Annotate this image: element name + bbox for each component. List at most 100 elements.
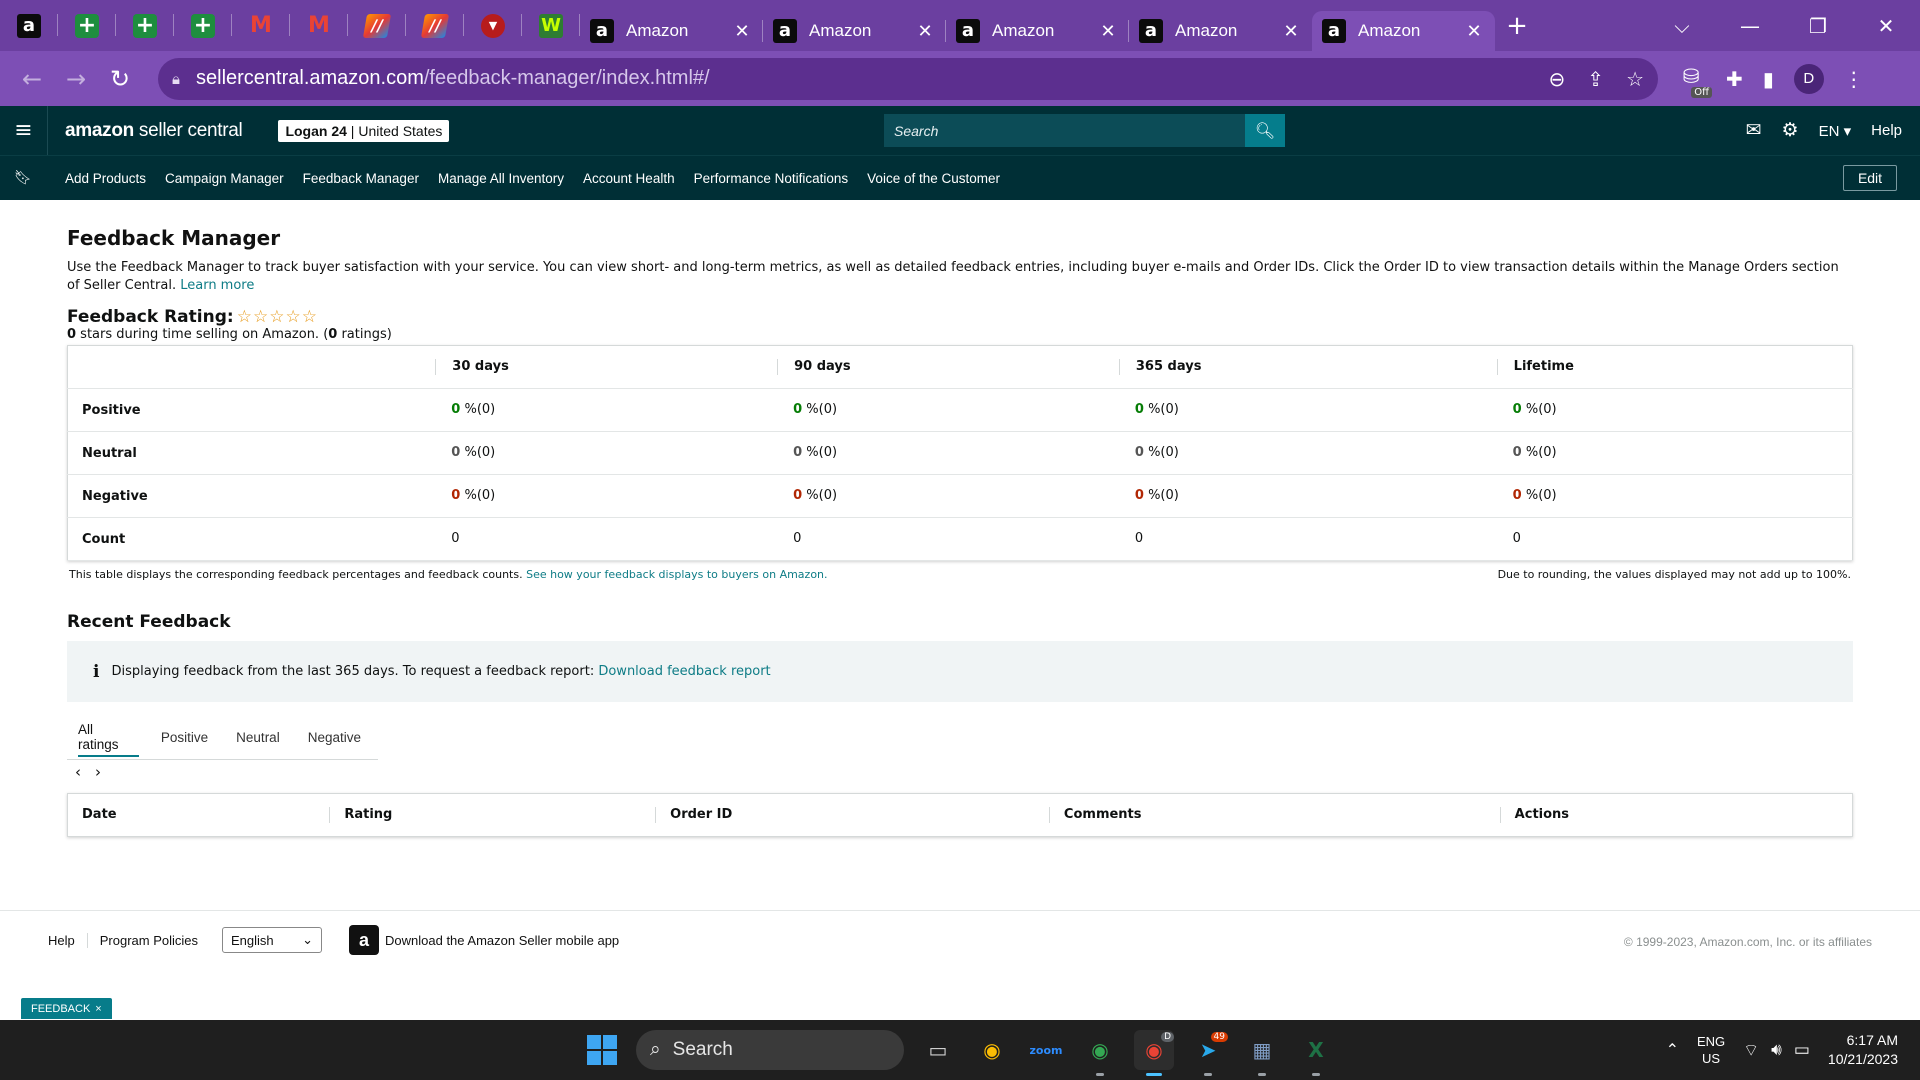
tab-close-icon[interactable]: ✕ bbox=[1280, 21, 1302, 42]
tab-neutral[interactable]: Neutral bbox=[225, 715, 291, 760]
address-bar[interactable]: 🔒︎ sellercentral.amazon.com /feedback-ma… bbox=[158, 57, 1658, 100]
edit-nav-button[interactable]: Edit bbox=[1843, 165, 1897, 191]
search-input[interactable] bbox=[884, 114, 1245, 147]
seller-central-logo[interactable]: amazon seller central bbox=[65, 120, 243, 142]
cell-percent: %(0) bbox=[1143, 445, 1179, 460]
table-row: Positive 0 %(0) 0 %(0) 0 %(0) 0 %(0) bbox=[67, 388, 1853, 432]
nav-link-manage-all-inventory[interactable]: Manage All Inventory bbox=[438, 171, 564, 186]
nav-link-performance-notifications[interactable]: Performance Notifications bbox=[694, 171, 849, 186]
gear-icon[interactable]: ⚙ bbox=[1782, 119, 1799, 142]
side-panel-icon[interactable]: ▮ bbox=[1763, 67, 1774, 91]
pinned-tab[interactable]: M bbox=[232, 0, 290, 51]
search-icon[interactable]: 🔍︎ bbox=[1245, 114, 1285, 147]
input-language[interactable]: ENG US bbox=[1697, 1033, 1725, 1067]
nav-link-voice-of-the-customer[interactable]: Voice of the Customer bbox=[867, 171, 1000, 186]
row-label: Negative bbox=[67, 474, 436, 518]
amazon-app-icon[interactable]: a bbox=[349, 925, 380, 955]
tab-positive[interactable]: Positive bbox=[150, 715, 219, 760]
restore-button[interactable]: ❐ bbox=[1784, 14, 1852, 38]
table-cell: 0 %(0) bbox=[777, 474, 1119, 518]
chrome-icon[interactable]: ◉ bbox=[972, 1030, 1012, 1070]
pinned-tab[interactable]: ▼ bbox=[464, 0, 522, 51]
table-cell: 0 %(0) bbox=[777, 431, 1119, 475]
tab-negative[interactable]: Negative bbox=[297, 715, 372, 760]
help-link[interactable]: Help bbox=[1871, 122, 1902, 139]
back-button[interactable]: ← bbox=[10, 57, 54, 101]
pinned-tab[interactable]: + bbox=[174, 0, 232, 51]
profile-avatar[interactable]: D bbox=[1793, 63, 1824, 94]
download-report-link[interactable]: Download feedback report bbox=[598, 664, 770, 679]
minimize-button[interactable]: — bbox=[1716, 14, 1784, 38]
hamburger-menu-icon[interactable]: ≡ bbox=[0, 106, 48, 155]
tab-all-ratings[interactable]: All ratings bbox=[67, 715, 144, 760]
column-header: Order ID bbox=[655, 794, 1049, 837]
learn-more-link[interactable]: Learn more bbox=[180, 278, 254, 293]
clock[interactable]: 6:17 AM 10/21/2023 bbox=[1828, 1031, 1898, 1069]
windows-start-icon[interactable] bbox=[582, 1030, 622, 1070]
forward-button[interactable]: → bbox=[54, 57, 98, 101]
bookmark-star-icon[interactable]: ☆ bbox=[1626, 67, 1644, 91]
nav-link-account-health[interactable]: Account Health bbox=[583, 171, 675, 186]
browser-tab[interactable]: a Amazon ✕ bbox=[1312, 11, 1495, 51]
tab-close-icon[interactable]: ✕ bbox=[1463, 21, 1485, 42]
prev-page-icon[interactable]: ‹ bbox=[75, 763, 81, 781]
browser-tab[interactable]: a Amazon ✕ bbox=[580, 11, 763, 51]
store-name: Logan 24 bbox=[285, 122, 347, 139]
excel-icon[interactable]: X bbox=[1296, 1030, 1336, 1076]
pinned-tab[interactable]: // bbox=[348, 0, 406, 51]
buyer-display-link[interactable]: See how your feedback displays to buyers… bbox=[526, 568, 827, 581]
store-switcher[interactable]: Logan 24 | United States bbox=[278, 119, 450, 142]
taskbar-search[interactable]: ⌕ Search bbox=[636, 1030, 904, 1070]
browser-tab[interactable]: a Amazon ✕ bbox=[763, 11, 946, 51]
chrome-profile-icon[interactable]: ◉ bbox=[1080, 1030, 1120, 1076]
window-controls: ⌵ — ❐ ✕ bbox=[1648, 0, 1920, 51]
next-page-icon[interactable]: › bbox=[95, 763, 101, 781]
extension-off-icon[interactable]: ⛁ Off bbox=[1676, 64, 1712, 98]
nav-link-add-products[interactable]: Add Products bbox=[65, 171, 146, 186]
cell-percent: %(0) bbox=[1521, 402, 1557, 417]
chevron-up-icon[interactable]: ⌃ bbox=[1666, 1040, 1679, 1060]
telegram-icon[interactable]: ➤ 49 bbox=[1188, 1030, 1228, 1076]
tab-close-icon[interactable]: ✕ bbox=[914, 21, 936, 42]
pinned-tab[interactable]: + bbox=[58, 0, 116, 51]
pinned-tab[interactable]: M bbox=[290, 0, 348, 51]
reload-button[interactable]: ↻ bbox=[98, 57, 142, 101]
column-header-label: 365 days bbox=[1118, 359, 1497, 375]
close-icon[interactable]: × bbox=[95, 1003, 101, 1015]
program-policies-link[interactable]: Program Policies bbox=[86, 932, 210, 948]
footer-help-link[interactable]: Help bbox=[48, 933, 87, 948]
column-header-label: Rating bbox=[329, 807, 655, 823]
calculator-icon[interactable]: ▦ bbox=[1242, 1030, 1282, 1076]
file-explorer-icon[interactable]: ▭ bbox=[918, 1030, 958, 1070]
zoom-app-icon[interactable]: zoom bbox=[1026, 1030, 1066, 1070]
nav-link-campaign-manager[interactable]: Campaign Manager bbox=[165, 171, 284, 186]
footer-language-select[interactable]: English ⌄ bbox=[222, 927, 323, 953]
chrome-active-icon[interactable]: ◉ D bbox=[1134, 1030, 1174, 1076]
browser-tab[interactable]: a Amazon ✕ bbox=[1129, 11, 1312, 51]
feedback-widget-tab[interactable]: FEEDBACK × bbox=[21, 998, 112, 1019]
language-label: EN bbox=[1818, 122, 1840, 140]
extensions-puzzle-icon[interactable]: ✚ bbox=[1726, 67, 1743, 91]
browser-menu-icon[interactable]: ⋮ bbox=[1844, 67, 1864, 91]
pinned-tab[interactable]: + bbox=[116, 0, 174, 51]
pinned-tab[interactable]: a bbox=[0, 0, 58, 51]
tab-close-icon[interactable]: ✕ bbox=[1097, 21, 1119, 42]
share-icon[interactable]: ⇪ bbox=[1587, 67, 1604, 91]
feedback-rating: Feedback Rating: ☆☆☆☆☆ bbox=[67, 307, 1853, 327]
lock-icon[interactable]: 🔒︎ bbox=[172, 70, 196, 88]
browser-tab[interactable]: a Amazon ✕ bbox=[946, 11, 1129, 51]
zoom-icon[interactable]: ⊖ bbox=[1549, 67, 1566, 91]
bookmark-icon[interactable]: 🔖︎ bbox=[0, 170, 46, 186]
feedback-table: 30 days 90 days 365 days Lifetime Positive 0… bbox=[67, 345, 1853, 561]
download-app-link[interactable]: Download the Amazon Seller mobile app bbox=[385, 933, 619, 948]
new-tab-button[interactable]: + bbox=[1495, 0, 1539, 51]
tab-search-icon[interactable]: ⌵ bbox=[1648, 14, 1716, 38]
pinned-tab[interactable]: // bbox=[406, 0, 464, 51]
mail-icon[interactable]: ✉ bbox=[1746, 119, 1762, 142]
language-selector[interactable]: EN ▾ bbox=[1819, 122, 1852, 140]
close-window-button[interactable]: ✕ bbox=[1852, 14, 1920, 38]
nav-link-feedback-manager[interactable]: Feedback Manager bbox=[303, 171, 419, 186]
pinned-tab[interactable]: W bbox=[522, 0, 580, 51]
system-icons[interactable]: ⌔ 🔊︎ ▭ bbox=[1743, 1040, 1810, 1061]
tab-close-icon[interactable]: ✕ bbox=[731, 21, 753, 42]
